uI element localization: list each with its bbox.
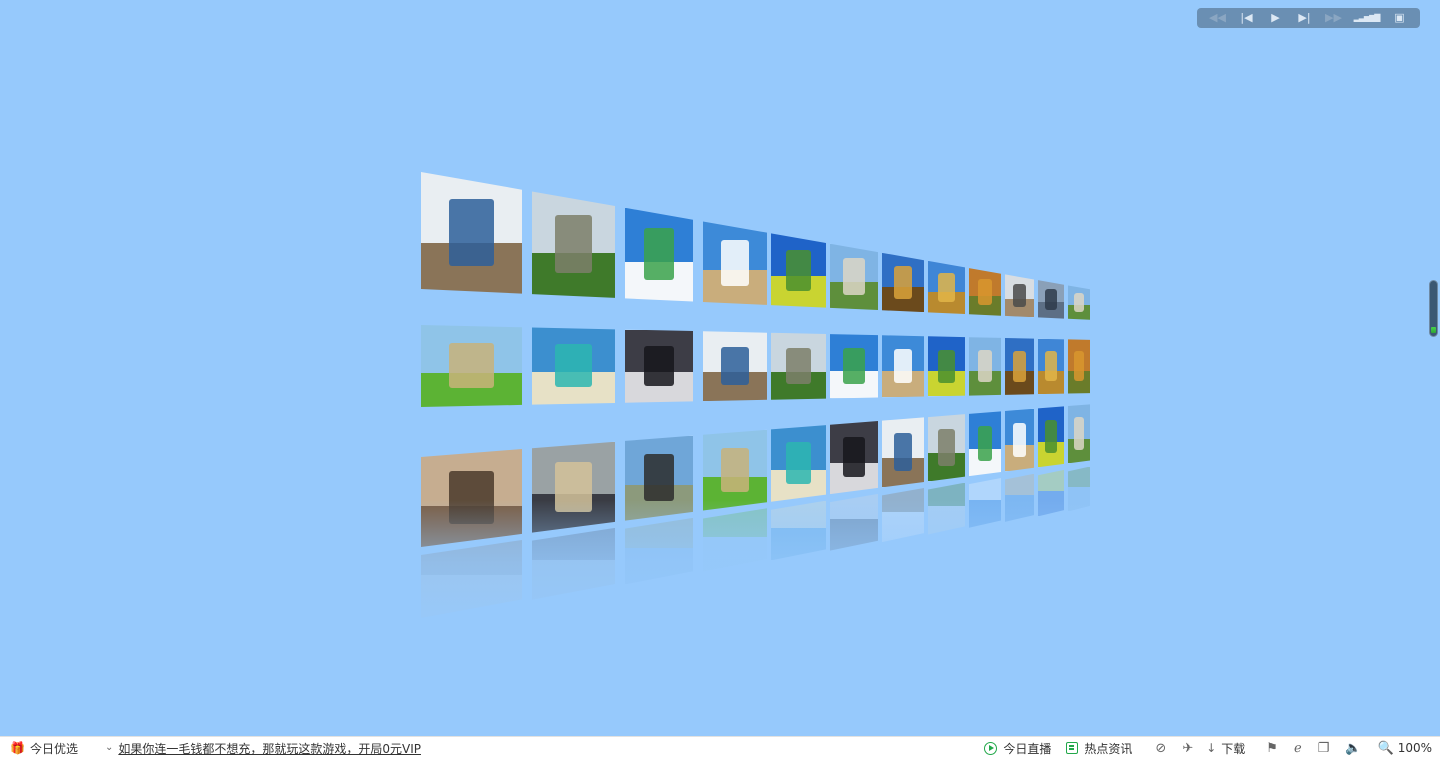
photo-tile[interactable] (969, 268, 1001, 316)
scroll-handle[interactable] (1429, 280, 1438, 337)
photo-tile[interactable] (1005, 274, 1034, 318)
photo-tile[interactable] (928, 260, 965, 315)
photo-tile[interactable] (703, 331, 767, 401)
photo-tile[interactable] (928, 336, 965, 397)
hot-news-label: 热点资讯 (1084, 741, 1133, 756)
scroll-grip-icon (1431, 327, 1436, 333)
photo-tile[interactable] (771, 425, 826, 502)
photo-tile[interactable] (928, 414, 965, 482)
photo-tile[interactable] (969, 337, 1001, 396)
photo-tile[interactable] (1005, 408, 1034, 472)
fullscreen-icon[interactable]: ▣ (1389, 8, 1411, 28)
photo-tile[interactable] (969, 411, 1001, 476)
ie-icon[interactable]: ℯ (1286, 741, 1310, 756)
photo-tile[interactable] (882, 335, 924, 398)
photo-tile[interactable] (882, 252, 924, 313)
photo-tile[interactable] (771, 332, 826, 400)
download-arrow-icon: ↓ (1206, 741, 1217, 755)
photo-tile[interactable] (1005, 338, 1034, 395)
photo-tile[interactable] (1038, 406, 1064, 468)
photo-tile[interactable] (532, 191, 615, 298)
news-ticker-link[interactable]: 如果你连一毛钱都不想充，那就玩这款游戏，开局0元VIP (118, 740, 421, 757)
gallery-stage (0, 0, 1440, 736)
play-icon[interactable]: ▶ (1265, 8, 1287, 28)
gift-icon: 🎁 (10, 741, 25, 755)
photo-tile[interactable] (1068, 404, 1090, 464)
today-live-button[interactable]: 今日直播 (979, 737, 1056, 759)
fast-forward-icon[interactable]: ▶▶ (1323, 8, 1345, 28)
chevron-down-icon: ⌄ (104, 742, 114, 753)
photo-tile[interactable] (771, 233, 826, 308)
today-picks-label: 今日优选 (29, 741, 78, 756)
zoom-icon[interactable]: 🔍 (1370, 741, 1398, 756)
photo-tile[interactable] (421, 325, 522, 407)
live-play-icon (984, 741, 998, 755)
hot-news-button[interactable]: 热点资讯 (1056, 737, 1137, 759)
news-ticker[interactable]: ⌄ 如果你连一毛钱都不想充，那就玩这款游戏，开局0元VIP (83, 737, 426, 759)
photo-tile[interactable] (882, 417, 924, 488)
photo-tile[interactable] (830, 421, 878, 495)
speed-icon[interactable]: ⊘ (1147, 741, 1174, 756)
window-icon[interactable]: ❐ (1310, 741, 1338, 756)
photo-tile[interactable] (703, 221, 767, 305)
next-icon[interactable]: ▶| (1294, 8, 1316, 28)
rewind-icon[interactable]: ◀◀ (1207, 8, 1229, 28)
download-label: 下载 (1221, 741, 1246, 756)
photo-tile[interactable] (625, 207, 693, 302)
photo-tile[interactable] (421, 172, 522, 294)
today-picks-button[interactable]: 🎁 今日优选 (0, 737, 83, 759)
photo-tile[interactable] (830, 334, 878, 399)
speaker-icon[interactable]: 🔈 (1337, 741, 1369, 756)
today-live-label: 今日直播 (1003, 741, 1052, 756)
previous-icon[interactable]: |◀ (1236, 8, 1258, 28)
photo-tile[interactable] (1038, 338, 1064, 395)
volume-bars-icon[interactable]: ▂▃▅▆▇ (1352, 8, 1382, 28)
browser-status-bar: 🎁 今日优选 ⌄ 如果你连一毛钱都不想充，那就玩这款游戏，开局0元VIP 今日直… (0, 736, 1440, 759)
photo-tile[interactable] (1068, 339, 1090, 394)
photo-tile[interactable] (703, 429, 767, 511)
zoom-level[interactable]: 100% (1398, 741, 1436, 755)
rocket-icon[interactable]: ✈ (1174, 741, 1201, 756)
photo-tile[interactable] (1068, 285, 1090, 320)
flag-icon[interactable]: ⚑ (1258, 741, 1286, 756)
media-player-controls: ◀◀ |◀ ▶ ▶| ▶▶ ▂▃▅▆▇ ▣ (1197, 8, 1420, 28)
news-icon (1066, 742, 1079, 754)
photo-tile[interactable] (830, 243, 878, 311)
photo-tile[interactable] (1038, 280, 1064, 319)
photo-tile[interactable] (532, 327, 615, 405)
photo-tile[interactable] (625, 329, 693, 403)
download-button[interactable]: ↓ 下载 (1201, 737, 1250, 759)
reflection-fade (400, 500, 1120, 640)
